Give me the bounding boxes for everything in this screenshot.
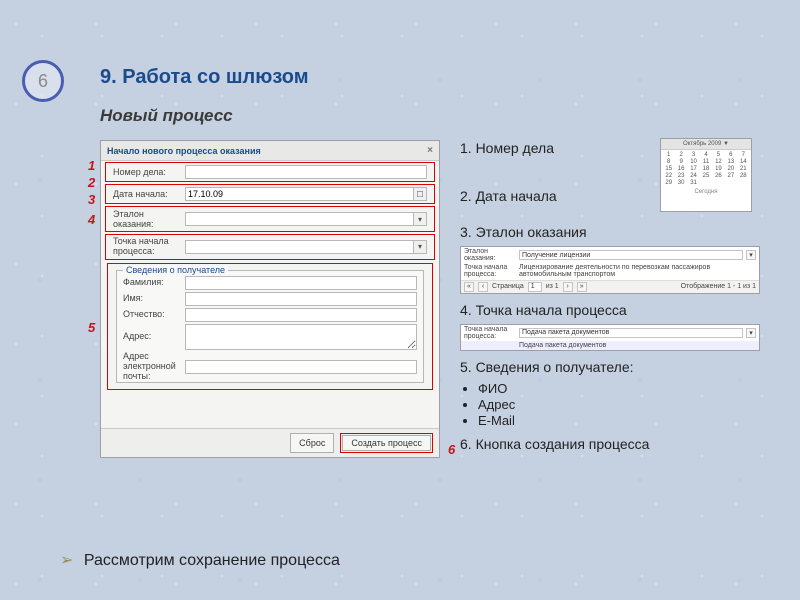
mini1-desc: Лицензирование деятельности по перевозка… [519, 264, 756, 279]
etalon-label: Эталон оказания: [113, 209, 181, 229]
highlight-box-5: Сведения о получателе Фамилия: Имя: Отче… [107, 263, 433, 391]
page-number: 6 [38, 71, 48, 92]
mini2-point-label: Точка начала процесса: [464, 326, 516, 340]
highlight-box-1: Номер дела: [105, 162, 435, 182]
etalon-input[interactable] [185, 212, 413, 226]
start-point-dropdown-preview: Точка начала процесса: ▾ Подача пакета д… [460, 324, 760, 351]
mini1-page-total: из 1 [546, 283, 559, 290]
address-input[interactable] [185, 324, 417, 350]
calendar-icon[interactable]: ☐ [413, 187, 427, 201]
mini2-point-input[interactable] [519, 328, 743, 338]
address-label: Адрес: [123, 332, 181, 342]
start-point-input[interactable] [185, 240, 413, 254]
start-point-label: Точка начала процесса: [113, 237, 181, 257]
reset-button[interactable]: Сброс [290, 433, 334, 453]
prev-page-icon[interactable]: ‹ [478, 282, 488, 292]
create-process-button[interactable]: Создать процесс [342, 435, 431, 451]
highlight-box-4: Точка начала процесса: ▾ [105, 234, 435, 260]
highlight-box-2: Дата начала: ☐ [105, 184, 435, 204]
callout-5: 5 [88, 320, 95, 335]
arrow-icon: ➢ [60, 552, 73, 569]
bottom-note: ➢ Рассмотрим сохранение процесса [60, 550, 340, 570]
callout-3: 3 [88, 192, 95, 207]
patronymic-label: Отчество: [123, 310, 181, 320]
annotation-1: 1. Номер дела [460, 140, 780, 156]
case-number-input[interactable] [185, 165, 427, 179]
annotation-5: 5. Сведения о получателе: [460, 359, 780, 375]
patronymic-input[interactable] [185, 308, 417, 322]
lastname-label: Фамилия: [123, 278, 181, 288]
annotation-6: 6. Кнопка создания процесса [460, 436, 780, 452]
callout-4: 4 [88, 212, 95, 227]
recipient-fieldset: Сведения о получателе Фамилия: Имя: Отче… [116, 270, 424, 384]
mini1-etalon-input[interactable] [519, 250, 743, 260]
firstname-label: Имя: [123, 294, 181, 304]
email-input[interactable] [185, 360, 417, 374]
mini1-page-label: Страница [492, 283, 524, 290]
next-page-icon[interactable]: › [563, 282, 573, 292]
email-label: Адрес электронной почты: [123, 352, 181, 382]
annotations: 1. Номер дела 2. Дата начала 3. Эталон о… [460, 140, 780, 458]
callout-1: 1 [88, 158, 95, 173]
dialog-titlebar: Начало нового процесса оказания × [101, 141, 439, 161]
mini1-point-label: Точка начала процесса: [464, 264, 516, 278]
case-number-label: Номер дела: [113, 167, 181, 177]
page-subtitle: Новый процесс [100, 106, 233, 126]
annotation-5-list: ФИО Адрес E-Mail [478, 381, 780, 428]
annotation-5b: Адрес [478, 397, 780, 412]
annotation-5c: E-Mail [478, 413, 780, 428]
last-page-icon[interactable]: » [577, 282, 587, 292]
annotation-3: 3. Эталон оказания [460, 224, 780, 240]
close-icon[interactable]: × [427, 145, 433, 156]
page-number-badge: 6 [22, 60, 64, 102]
start-date-label: Дата начала: [113, 189, 181, 199]
callout-2: 2 [88, 175, 95, 190]
firstname-input[interactable] [185, 292, 417, 306]
mini2-option[interactable]: Подача пакета документов [519, 342, 756, 349]
first-page-icon[interactable]: « [464, 282, 474, 292]
chevron-down-icon[interactable]: ▾ [746, 328, 756, 338]
callout-6: 6 [448, 442, 455, 457]
annotation-4: 4. Точка начала процесса [460, 302, 780, 318]
start-date-input[interactable] [185, 187, 413, 201]
bottom-note-text: Рассмотрим сохранение процесса [84, 552, 340, 569]
chevron-down-icon[interactable]: ▾ [413, 240, 427, 254]
chevron-down-icon[interactable]: ▾ [413, 212, 427, 226]
lastname-input[interactable] [185, 276, 417, 290]
mini1-display: Отображение 1 - 1 из 1 [681, 283, 756, 290]
mini1-etalon-label: Эталон оказания: [464, 248, 516, 262]
etalon-dropdown-preview: Эталон оказания: ▾ Точка начала процесса… [460, 246, 760, 294]
highlight-box-3: Эталон оказания: ▾ [105, 206, 435, 232]
fieldset-legend: Сведения о получателе [123, 265, 228, 275]
page-title: 9. Работа со шлюзом [100, 66, 309, 89]
dialog-title-text: Начало нового процесса оказания [107, 146, 261, 156]
mini1-page-input[interactable] [528, 282, 542, 292]
annotation-5a: ФИО [478, 381, 780, 396]
new-process-dialog: Начало нового процесса оказания × Номер … [100, 140, 440, 458]
chevron-down-icon[interactable]: ▾ [746, 250, 756, 260]
annotation-2: 2. Дата начала [460, 188, 780, 204]
highlight-box-6: Создать процесс [340, 433, 433, 453]
dialog-footer: Сброс Создать процесс [101, 428, 439, 457]
